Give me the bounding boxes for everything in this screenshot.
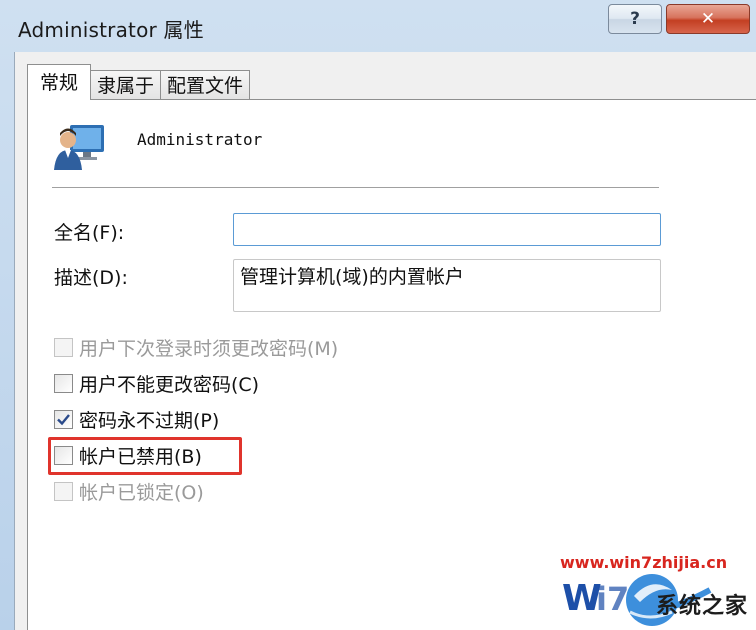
description-label: 描述(D):: [54, 267, 128, 289]
help-button[interactable]: ?: [608, 4, 662, 34]
fullname-input[interactable]: [233, 213, 661, 246]
cannot-change-password-checkbox[interactable]: [54, 374, 73, 393]
separator: [52, 187, 659, 189]
watermark-url: www.win7zhijia.cn: [560, 553, 728, 572]
account-locked-checkbox[interactable]: [54, 482, 73, 501]
password-never-expires-label: 密码永不过期(P): [79, 410, 220, 432]
cannot-change-password-option[interactable]: 用户不能更改密码(C): [54, 370, 259, 397]
user-monitor-icon: [54, 125, 104, 170]
must-change-password-checkbox[interactable]: [54, 338, 73, 357]
properties-window: Administrator 属性 ? ✕ 常规 隶属于 配置文件 Adminis…: [0, 0, 756, 630]
window-title: Administrator 属性: [18, 18, 204, 42]
caption-buttons: ? ✕: [608, 4, 750, 34]
close-button[interactable]: ✕: [666, 4, 750, 34]
svg-text:i7: i7: [596, 580, 629, 618]
tab-member-of[interactable]: 隶属于: [90, 70, 162, 100]
general-panel: Administrator 全名(F): 描述(D): 管理计算机(域)的内置帐…: [27, 99, 756, 630]
must-change-password-label: 用户下次登录时须更改密码(M): [79, 338, 339, 360]
account-locked-label: 帐户已锁定(O): [79, 482, 204, 504]
password-never-expires-checkbox[interactable]: [54, 410, 73, 429]
account-locked-option[interactable]: 帐户已锁定(O): [54, 478, 204, 505]
dialog-content: 常规 隶属于 配置文件 Administrator 全名(F): 描述(D): …: [14, 52, 756, 630]
username: Administrator: [137, 130, 263, 149]
description-input[interactable]: 管理计算机(域)的内置帐户: [233, 259, 661, 312]
tab-general[interactable]: 常规: [27, 64, 92, 100]
watermark-brand: 系统之家: [656, 594, 749, 619]
help-icon: ?: [630, 9, 640, 29]
highlight-box: [48, 437, 242, 475]
tab-profile[interactable]: 配置文件: [160, 70, 251, 100]
close-icon: ✕: [700, 9, 716, 29]
tab-strip: 常规 隶属于 配置文件: [27, 64, 251, 100]
cannot-change-password-label: 用户不能更改密码(C): [79, 374, 260, 396]
fullname-label: 全名(F):: [54, 222, 125, 244]
password-never-expires-option[interactable]: 密码永不过期(P): [54, 406, 219, 433]
checkmark-icon: [57, 414, 70, 426]
must-change-password-option[interactable]: 用户下次登录时须更改密码(M): [54, 334, 338, 361]
